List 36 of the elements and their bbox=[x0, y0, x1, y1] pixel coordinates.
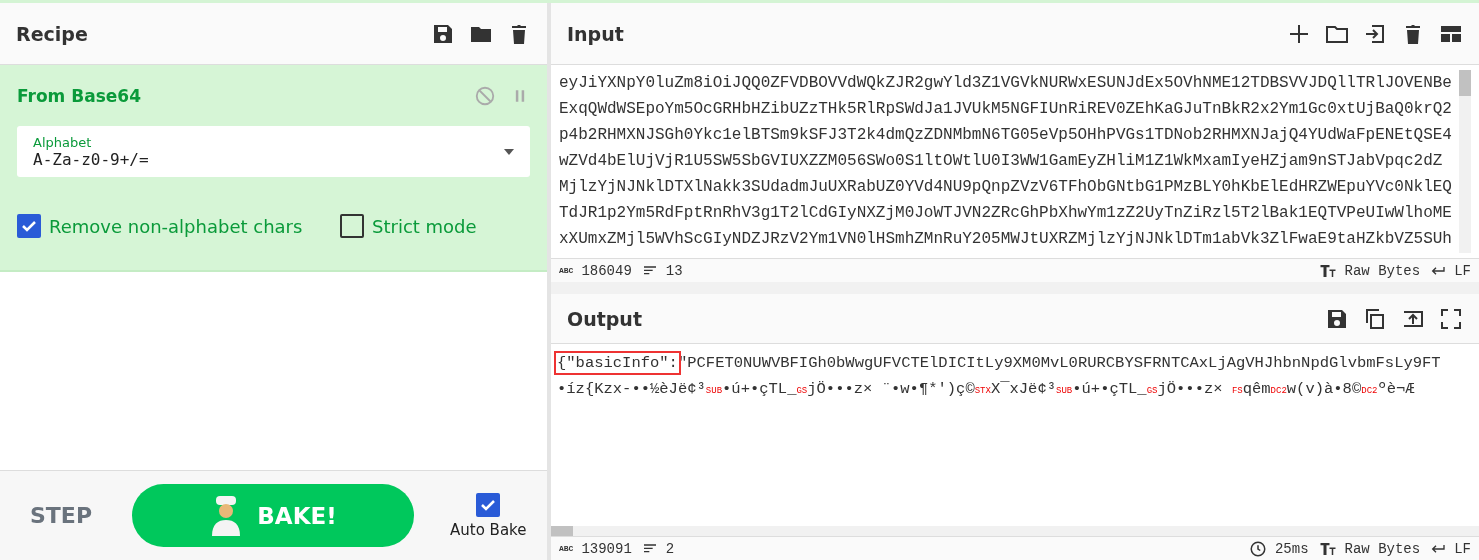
length-count: 186049 bbox=[581, 262, 632, 279]
alphabet-dropdown[interactable]: Alphabet A-Za-z0-9+/= bbox=[17, 126, 530, 177]
copy-icon[interactable] bbox=[1363, 306, 1387, 331]
step-button[interactable]: STEP bbox=[30, 503, 92, 528]
clock-icon[interactable] bbox=[1248, 539, 1267, 558]
checkbox[interactable] bbox=[17, 214, 41, 238]
scrollbar-thumb[interactable] bbox=[1459, 70, 1471, 96]
input-text[interactable]: eyJiYXNpY0luZm8iOiJQQ0ZFVDBOVVdWQkZJR2gwYld3Z1VGVkNURWxESUNJdEx5OVhNME12TDBSVVJDQllTRlJOVENBe ExqQWdWSEpoYm5OcGRHbHZibUZzTHk5RlRpSWdJa1JVUkM5NGFIUnRiREV0ZEhKaGJuTnBkR2x2Ym1Gc0xtUjBaQ0krQ2 p4b2RHMXNJSGh0Ykc1elBTSm9kSFJ3T2k4dmQzZDNMbmN6TG05eVp5OHhPVGs1TDNob2RHMXNJajQ4YUdWaFpENEtQSE4 wZVd4bElUjVjR1U5SW5SbGVIUXZZM056SWo0S1ltOWtlU0I3WW1GamEyZHliM1Z1WkMxamIyeHZjam9nSTJabVpqc2dZ MjlzYjNJNklDTXlNakk3SUdadmJuUXRabUZ0YVd4NU9pQnpZVzV6TFhObGNtbG1PMzBLY0hKbElEdHRZWEpuYVc0NklEQ TdJR1p2Ym5RdFptRnRhV3g1T2lCdGIyNXZjM0JoWTJVN2ZRcGhPbXhwYm1zZ2UyTnZiRzl5T2lBak1EQTVPeUIwWlhoME xXUmxZMjl5WVhScGIyNDZJRzV2Ym1VN0lHSmhZMnRuY205MWJtUXRZMjlzYjNJNklDTm1abVk3ZlFwaE9taHZkbVZ5SUh bbox=[559, 70, 1452, 253]
scrollbar[interactable] bbox=[551, 526, 1479, 536]
bake-time: 25ms bbox=[1274, 540, 1309, 557]
line-count: 2 bbox=[665, 540, 675, 557]
eol-label[interactable]: LF bbox=[1454, 262, 1471, 279]
eol-label[interactable]: LF bbox=[1454, 540, 1471, 557]
encoding-label[interactable]: Raw Bytes bbox=[1344, 262, 1421, 279]
auto-bake-label: Auto Bake bbox=[450, 520, 527, 539]
operation-name: From Base64 bbox=[17, 86, 141, 106]
scrollbar-thumb[interactable] bbox=[551, 526, 573, 536]
scrollbar[interactable] bbox=[1459, 70, 1471, 253]
encoding-label[interactable]: Raw Bytes bbox=[1344, 540, 1421, 557]
output-text: "PCFET0NUWVBFIGh0bWwgUFVCTElDICItLy9XM0MvL0RURCBYSFRNTCAxLjAgVHJhbnNpdGlvbmFsLy9FT bbox=[677, 354, 1441, 372]
length-label: ABC bbox=[559, 266, 574, 275]
output-text: •íz{Kzx-••½èJë¢³SUB•ú+•çTL_GSjÖ•••z× ¨•w•¶*')ç©STXX¯xJë¢³SUB•ú+•çTL_GSjÖ•••z× FS qêmDC2w(v)à•8©DC2ºè¬Æ bbox=[557, 379, 1416, 400]
line-count: 13 bbox=[665, 262, 683, 279]
option-label: Remove non-alphabet chars bbox=[49, 215, 303, 237]
length-label: ABC bbox=[559, 544, 574, 553]
panel-title: Input bbox=[567, 22, 624, 45]
highlight-box: {"basicInfo": bbox=[557, 354, 678, 372]
panel-title: Output bbox=[567, 307, 642, 330]
panel-title: Recipe bbox=[16, 22, 88, 45]
caret-icon bbox=[504, 148, 514, 155]
option-label: Strict mode bbox=[372, 215, 477, 237]
checkbox[interactable] bbox=[340, 214, 364, 238]
checkmark-icon bbox=[21, 218, 37, 234]
fullscreen-icon[interactable] bbox=[1439, 306, 1463, 331]
length-count: 139091 bbox=[581, 540, 632, 557]
checkbox[interactable] bbox=[476, 492, 501, 517]
